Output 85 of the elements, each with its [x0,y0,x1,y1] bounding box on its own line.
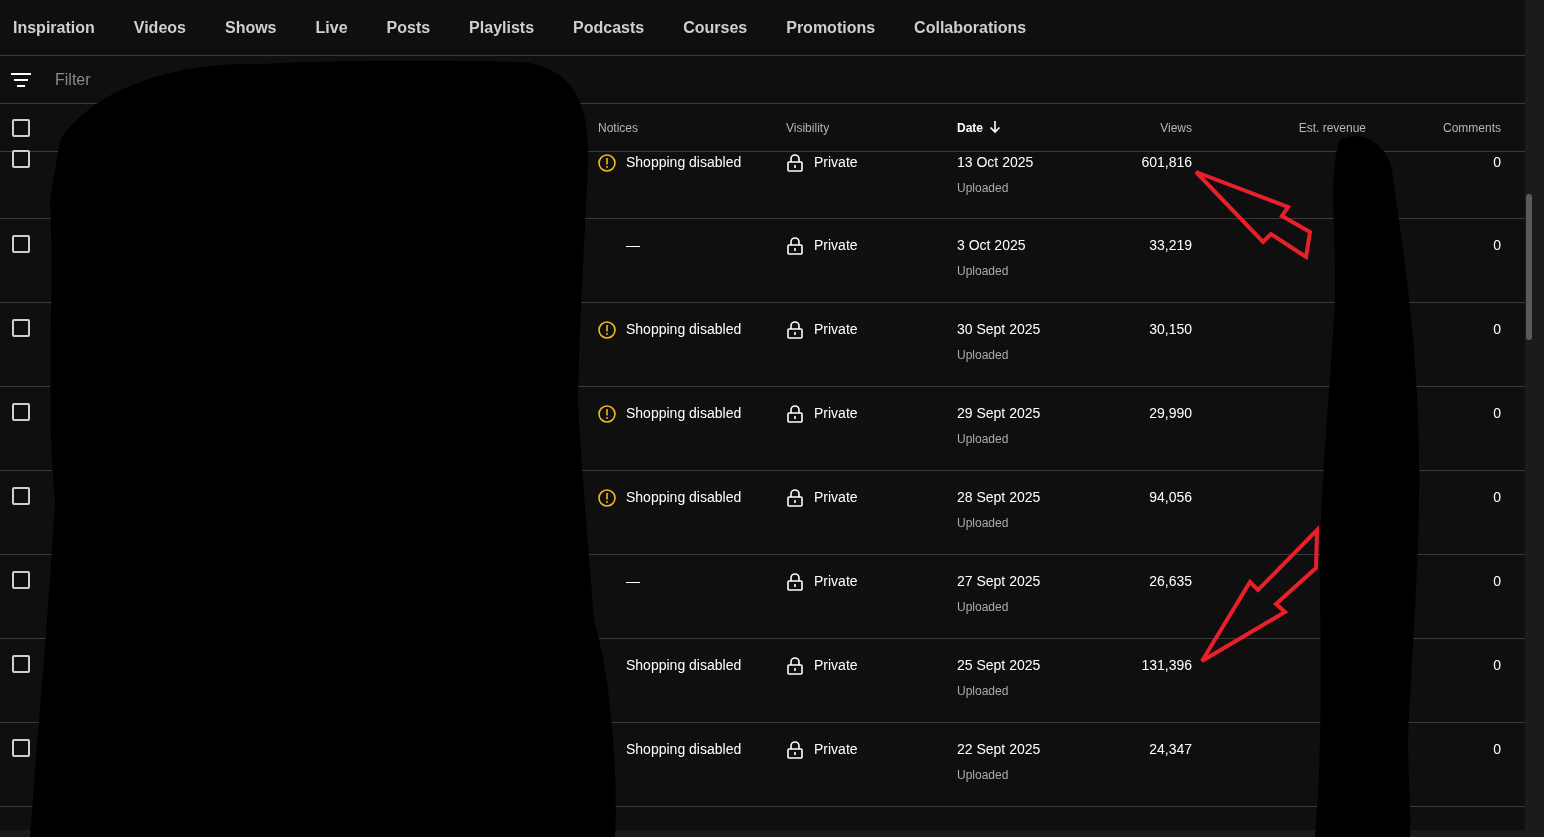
tab[interactable]: Playlists [469,15,535,40]
column-header[interactable]: Notices [598,120,638,135]
status-text: Uploaded [957,180,1010,197]
tab[interactable]: Collaborations [914,15,1027,40]
notice-text: Shopping disabled [626,404,742,423]
row-checkbox[interactable] [12,571,30,589]
comments-count: 0 [1493,237,1501,253]
date-text: 27 Sept 2025 [957,572,1042,591]
column-header[interactable]: Comments [1443,120,1501,135]
status-text: Uploaded [957,599,1010,616]
status-text: Uploaded [957,263,1010,280]
notice-text: Shopping disabled [626,656,742,675]
row-checkbox[interactable] [12,403,30,421]
status-text: Uploaded [957,767,1010,784]
row-checkbox[interactable] [12,319,30,337]
tab[interactable]: Podcasts [573,15,645,40]
date-text: 22 Sept 2025 [957,740,1042,759]
comments-count: 0 [1493,489,1501,505]
date-text: 30 Sept 2025 [957,320,1042,339]
date-text: 28 Sept 2025 [957,488,1042,507]
views-count: 26,635 [1149,573,1192,589]
tab[interactable]: Promotions [786,15,876,40]
column-header[interactable]: Est. revenue [1298,120,1366,135]
notice-text: Shopping disabled [626,740,742,759]
status-text: Uploaded [957,431,1010,448]
notice-text: — [626,572,640,591]
comments-count: 0 [1493,573,1501,589]
lock-icon [786,404,804,423]
column-header[interactable]: Visibility [786,120,830,135]
visibility-text: Private [814,153,858,172]
filter-field[interactable]: Filter [53,66,123,93]
notice-text: Shopping disabled [626,320,742,339]
visibility-text: Private [814,236,858,255]
column-header[interactable]: Date [957,120,983,135]
row-checkbox[interactable] [12,487,30,505]
tab[interactable]: Posts [386,15,431,40]
status-text: Uploaded [957,347,1010,364]
visibility-text: Private [814,740,858,759]
visibility-text: Private [814,488,858,507]
row-checkbox[interactable] [12,235,30,253]
date-text: 29 Sept 2025 [957,404,1042,423]
date-text: 13 Oct 2025 [957,153,1035,172]
views-count: 601,816 [1141,154,1192,170]
tab[interactable]: Videos [133,15,186,40]
tab[interactable]: Shows [224,15,277,40]
select-all-checkbox[interactable] [12,118,30,137]
views-count: 33,219 [1149,237,1192,253]
views-count: 29,990 [1149,405,1192,421]
row-checkbox[interactable] [12,655,30,673]
comments-count: 0 [1493,321,1501,337]
filter-icon[interactable] [11,72,31,87]
visibility-text: Private [814,656,858,675]
sort-arrow-icon[interactable] [989,119,1001,134]
date-text: 25 Sept 2025 [957,656,1042,675]
status-text: Uploaded [957,515,1010,532]
lock-icon [786,572,804,591]
visibility-text: Private [814,320,858,339]
tab[interactable]: Courses [683,15,748,40]
notice-text: — [626,236,640,255]
row-checkbox[interactable] [12,739,30,757]
comments-count: 0 [1493,657,1501,673]
status-text: Uploaded [957,683,1010,700]
views-count: 30,150 [1149,321,1192,337]
scrollbar[interactable] [1526,194,1532,340]
column-header[interactable]: Views [1160,120,1192,135]
notice-text: Shopping disabled [626,153,742,172]
tab[interactable]: Live [315,15,348,40]
visibility-text: Private [814,572,858,591]
lock-icon [786,320,804,339]
visibility-text: Private [814,404,858,423]
comments-count: 0 [1493,405,1501,421]
tab[interactable]: Inspiration [13,15,95,40]
lock-icon [786,236,804,255]
date-text: 3 Oct 2025 [957,236,1027,255]
lock-icon [786,740,804,759]
views-count: 94,056 [1149,489,1192,505]
notice-text: Shopping disabled [626,488,742,507]
lock-icon [786,488,804,507]
views-count: 24,347 [1149,741,1192,757]
views-count: 131,396 [1141,657,1192,673]
lock-icon [786,656,804,675]
lock-icon [786,153,804,172]
row-checkbox[interactable] [12,150,30,168]
comments-count: 0 [1493,154,1501,170]
comments-count: 0 [1493,741,1501,757]
